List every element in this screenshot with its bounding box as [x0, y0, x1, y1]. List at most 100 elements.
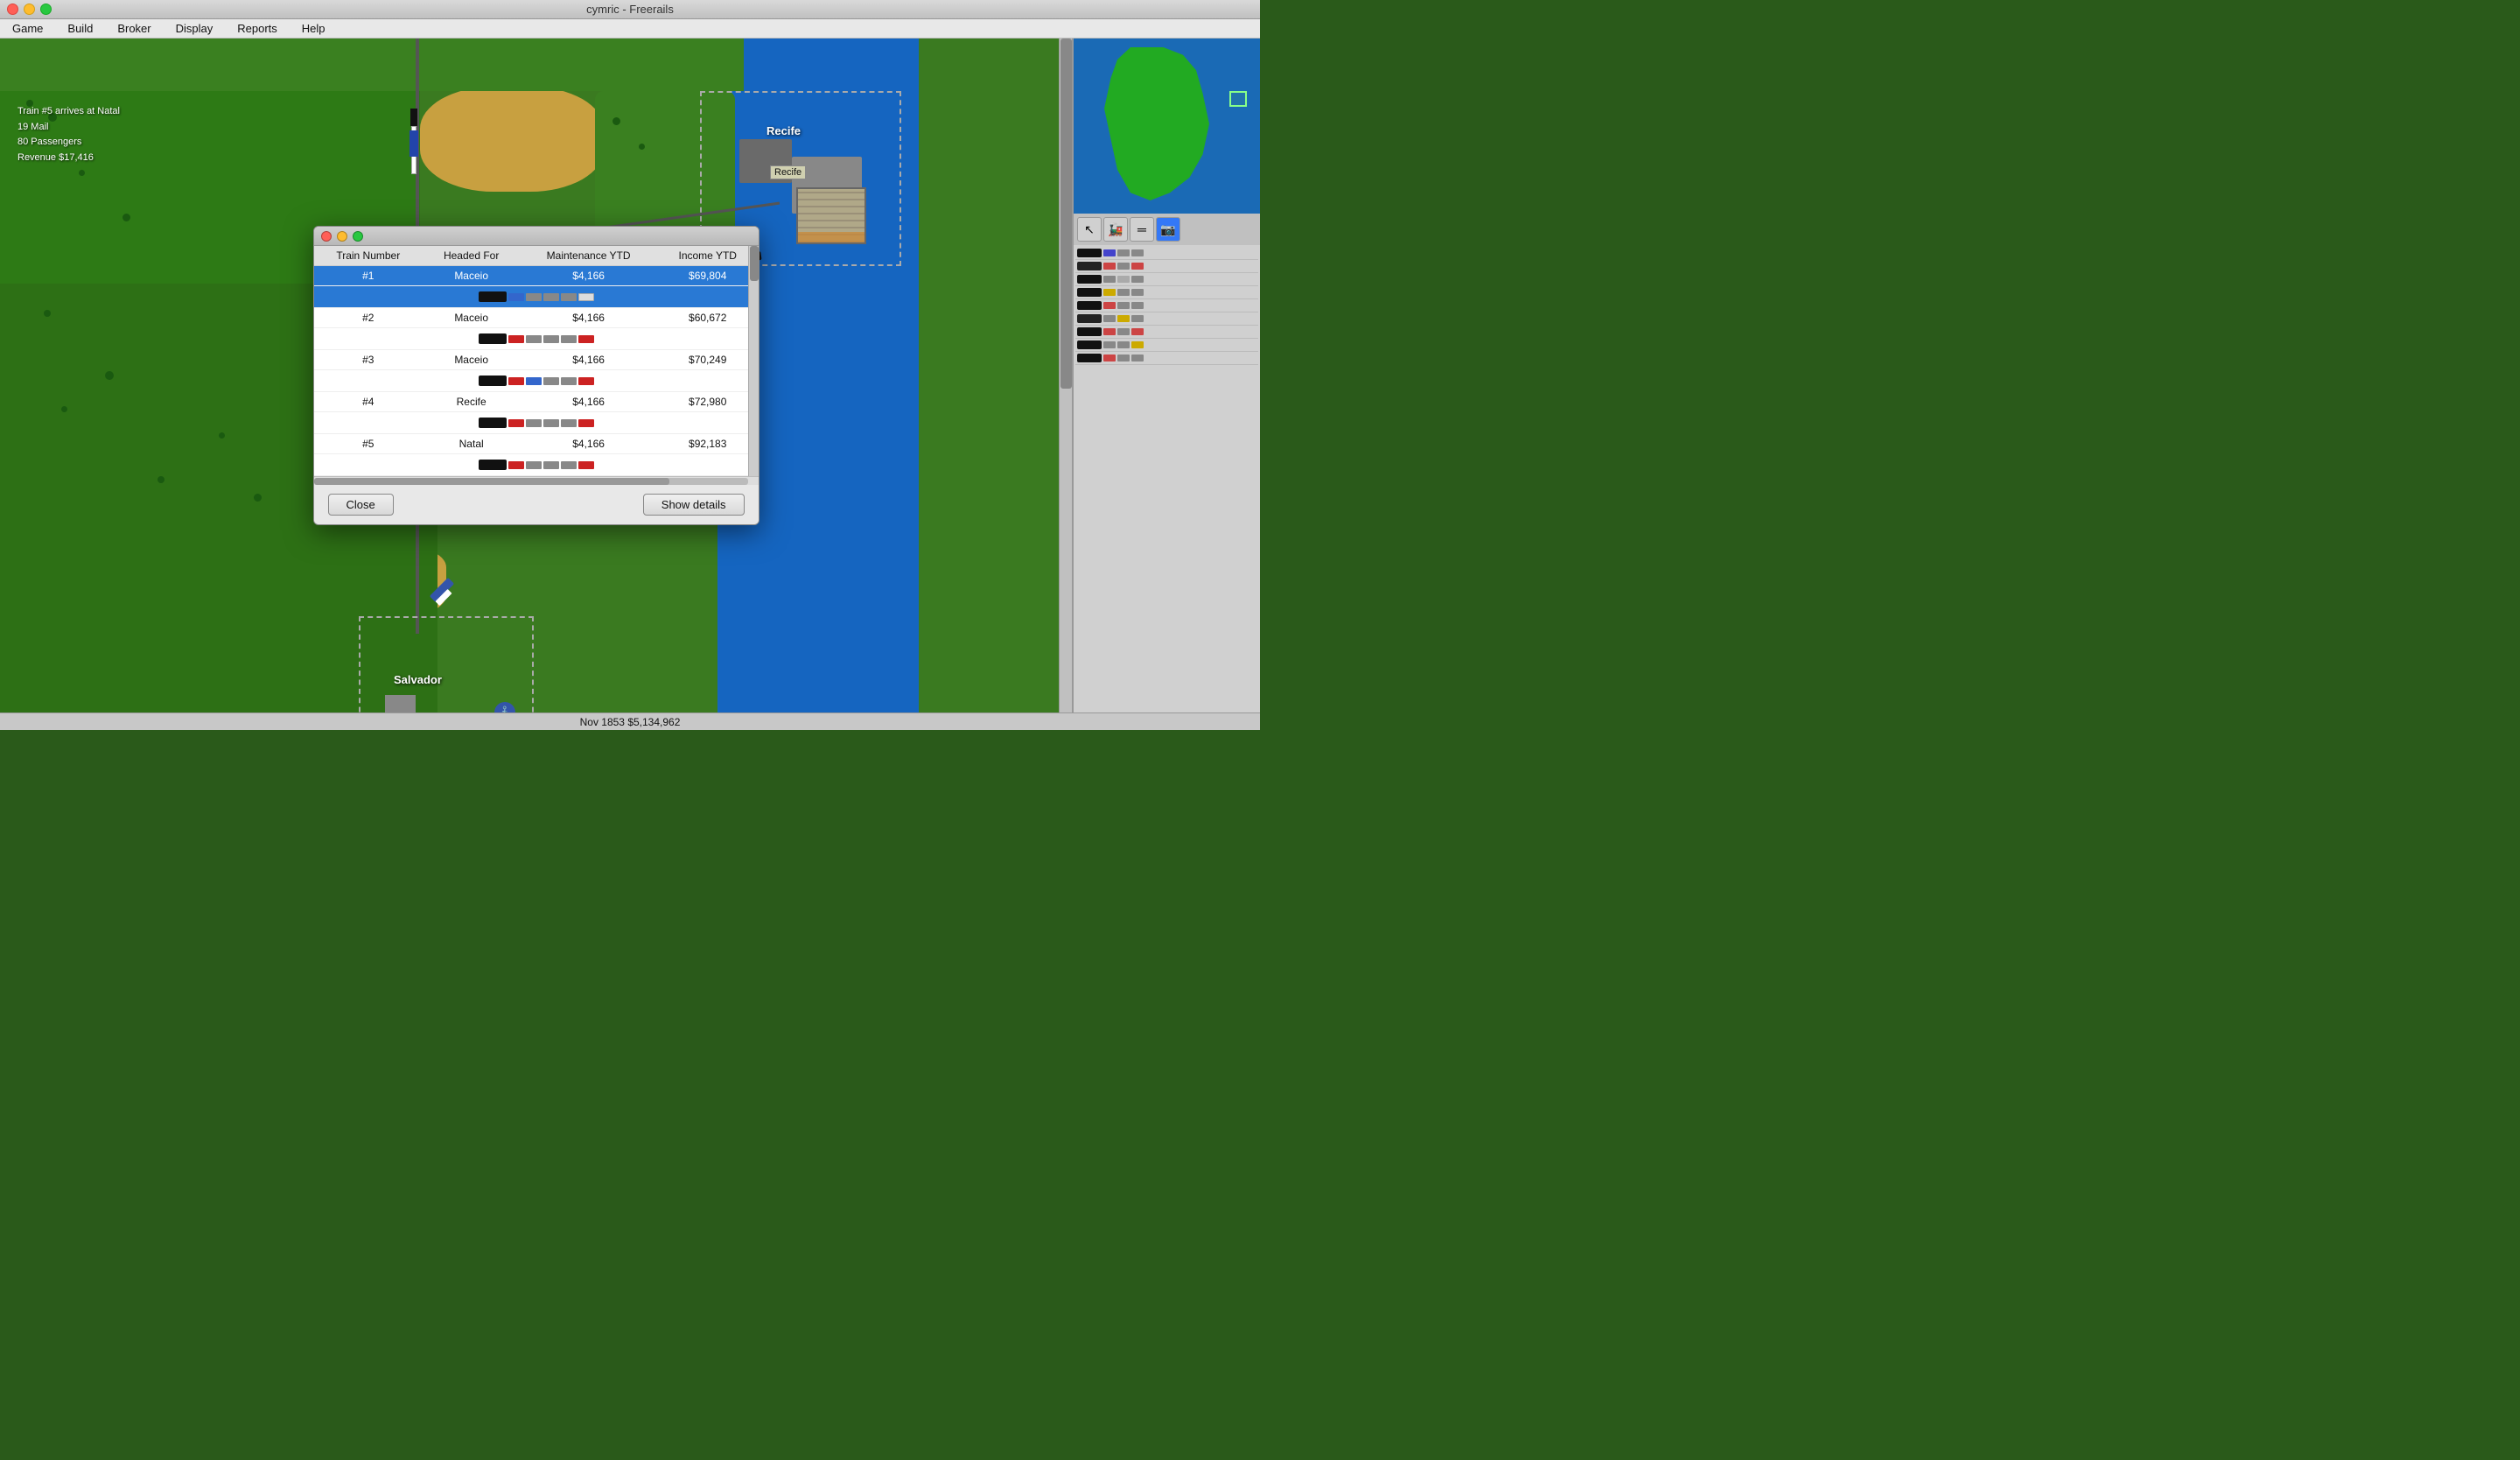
train-car [526, 377, 542, 385]
tool-track[interactable]: ═ [1130, 217, 1154, 242]
minimap-viewport [1229, 91, 1247, 107]
train-car [561, 419, 577, 427]
train-engine [479, 460, 507, 470]
col-maintenance: Maintenance YTD [520, 246, 657, 266]
train-car [526, 461, 542, 469]
dialog-min-btn[interactable] [337, 231, 347, 242]
game-area[interactable]: ⚓ Train #5 arrives at Natal 19 Mail 80 P… [0, 39, 1260, 712]
menu-broker[interactable]: Broker [112, 20, 156, 37]
menu-game[interactable]: Game [7, 20, 48, 37]
train-car [526, 335, 542, 343]
info-line4: Revenue $17,416 [18, 151, 120, 166]
train-strip-6 [1075, 312, 1258, 326]
dialog-max-btn[interactable] [353, 231, 363, 242]
col-headed-for: Headed For [423, 246, 520, 266]
train-car [508, 377, 524, 385]
table-row[interactable]: #3 Maceio $4,166 $70,249 [314, 350, 759, 370]
dialog-table-container[interactable]: Train Number Headed For Maintenance YTD … [314, 246, 759, 476]
train-strip-8 [1075, 339, 1258, 352]
cell-maintenance: $4,166 [520, 434, 657, 454]
cell-maintenance: $4,166 [520, 308, 657, 328]
train-engine [479, 376, 507, 386]
cell-income: $72,980 [657, 392, 759, 412]
cell-number: #4 [314, 392, 424, 412]
menu-display[interactable]: Display [171, 20, 219, 37]
train-visual-row[interactable] [314, 412, 759, 434]
salvador-city [385, 695, 416, 712]
minimap[interactable] [1074, 39, 1260, 214]
train-car [526, 293, 542, 301]
table-row[interactable]: #2 Maceio $4,166 $60,672 [314, 308, 759, 328]
tool-camera[interactable]: 📷 [1156, 217, 1180, 242]
dialog-scrollbar-thumb[interactable] [750, 246, 759, 281]
right-panel: ↖ 🚂 ═ 📷 [1072, 39, 1260, 712]
train-visual-row[interactable] [314, 286, 759, 308]
table-row[interactable]: #1 Maceio $4,166 $69,804 [314, 266, 759, 286]
map-scrollbar[interactable] [1059, 39, 1072, 712]
maximize-button[interactable] [40, 4, 52, 15]
train-car [543, 461, 559, 469]
train-strip-7 [1075, 326, 1258, 339]
cell-headed-for: Maceio [423, 266, 520, 286]
train-engine [479, 333, 507, 344]
dialog-titlebar [314, 227, 759, 246]
horizontal-scrollbar[interactable] [314, 476, 759, 485]
cell-number: #2 [314, 308, 424, 328]
tool-train[interactable]: 🚂 [1103, 217, 1128, 242]
menu-bar: Game Build Broker Display Reports Help [0, 19, 1260, 39]
train-visual [321, 458, 752, 472]
cell-number: #5 [314, 434, 424, 454]
train-blue-car [410, 130, 418, 157]
train-car [543, 377, 559, 385]
train-car [561, 461, 577, 469]
cell-maintenance: $4,166 [520, 392, 657, 412]
show-details-button[interactable]: Show details [643, 494, 745, 516]
salvador-anchor: ⚓ [494, 702, 515, 712]
city-label-recife: Recife [766, 124, 801, 137]
train-visual-row[interactable] [314, 370, 759, 392]
info-line1: Train #5 arrives at Natal [18, 104, 120, 120]
table-row[interactable]: #5 Natal $4,166 $92,183 [314, 434, 759, 454]
info-line3: 80 Passengers [18, 135, 120, 151]
train-visual [321, 290, 752, 304]
cell-headed-for: Natal [423, 434, 520, 454]
train-engine-vert [410, 109, 417, 126]
city-tag-recife: Recife [770, 165, 806, 179]
train-visual [321, 374, 752, 388]
train-engine [479, 418, 507, 428]
horizontal-scrollbar-thumb[interactable] [314, 478, 669, 485]
tool-cursor[interactable]: ↖ [1077, 217, 1102, 242]
cell-headed-for: Maceio [423, 308, 520, 328]
train-visual-row[interactable] [314, 328, 759, 350]
minimize-button[interactable] [24, 4, 35, 15]
train-strip-1 [1075, 247, 1258, 260]
train-car [578, 293, 594, 301]
dialog-footer: Close Show details [314, 485, 759, 524]
dialog-close-btn[interactable] [321, 231, 332, 242]
menu-help[interactable]: Help [297, 20, 331, 37]
desert-patch-1 [420, 87, 604, 192]
train-car [543, 293, 559, 301]
train-car [543, 335, 559, 343]
dialog-table-wrapper: Train Number Headed For Maintenance YTD … [314, 246, 759, 476]
train-visual-row[interactable] [314, 454, 759, 476]
close-button[interactable]: Close [328, 494, 394, 516]
train-car [578, 419, 594, 427]
train-car [508, 293, 524, 301]
train-strip-9 [1075, 352, 1258, 365]
close-button[interactable] [7, 4, 18, 15]
menu-reports[interactable]: Reports [232, 20, 283, 37]
menu-build[interactable]: Build [62, 20, 98, 37]
info-overlay: Train #5 arrives at Natal 19 Mail 80 Pas… [18, 104, 120, 165]
status-text: Nov 1853 $5,134,962 [580, 716, 681, 728]
toolbar: ↖ 🚂 ═ 📷 [1074, 214, 1260, 245]
train-car [578, 377, 594, 385]
scrollbar-thumb[interactable] [1060, 39, 1072, 389]
table-row[interactable]: #4 Recife $4,166 $72,980 [314, 392, 759, 412]
green-top [0, 39, 744, 91]
train-car [508, 419, 524, 427]
city-thumbnail [796, 187, 866, 244]
train-car [526, 419, 542, 427]
train-car [561, 335, 577, 343]
dialog-scrollbar[interactable] [748, 246, 759, 476]
